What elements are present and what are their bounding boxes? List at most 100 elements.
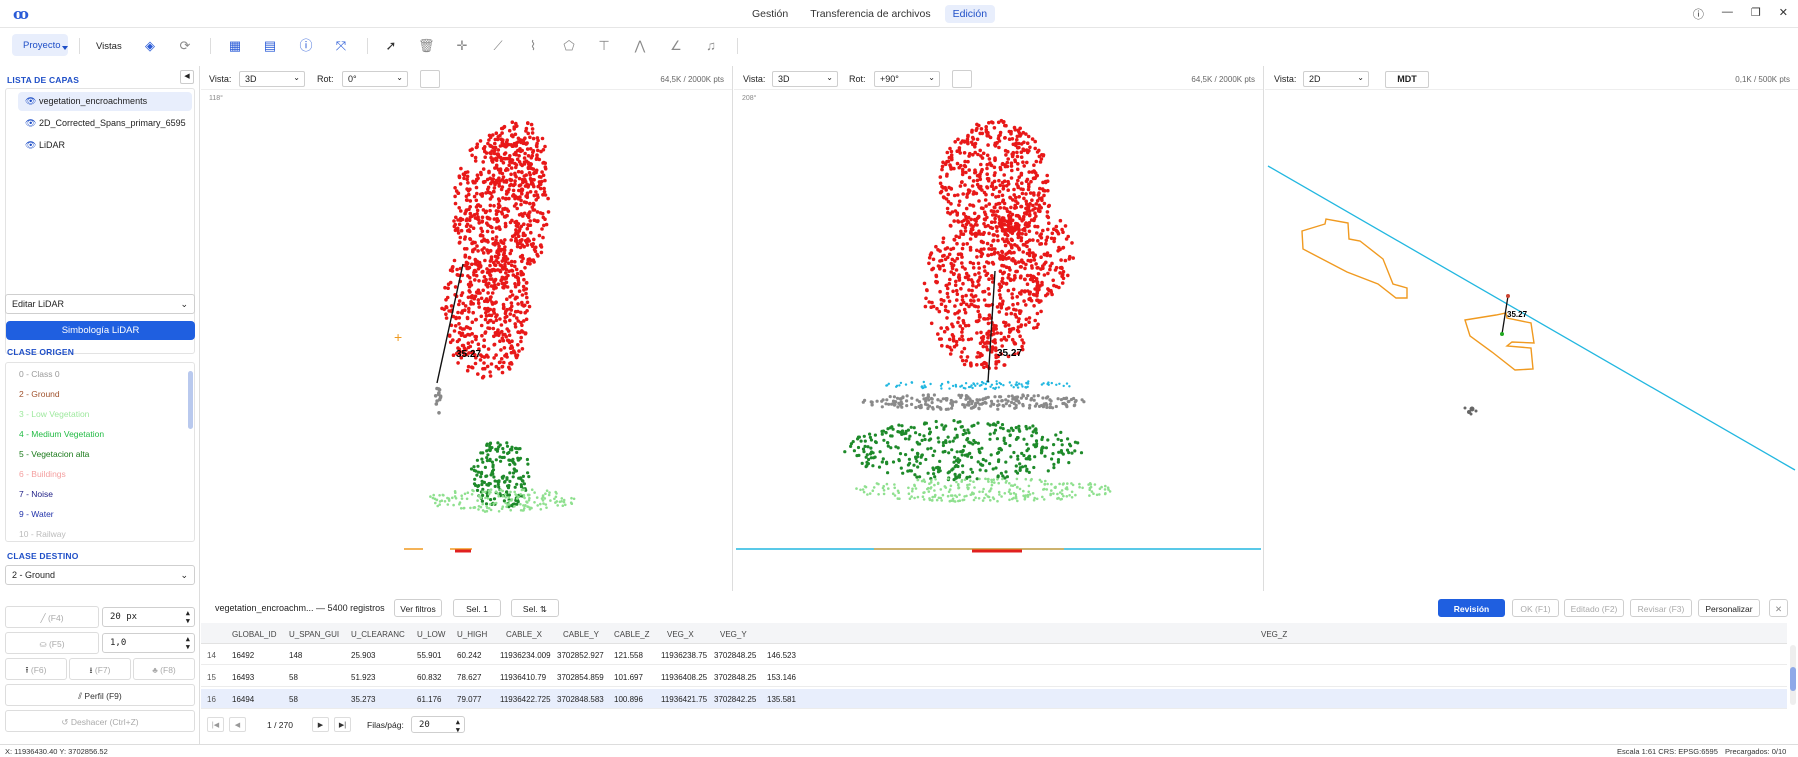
column-header[interactable]: CABLE_X [506,630,542,639]
edit-mode-select[interactable]: Editar LiDAR ⌄ [5,294,195,314]
column-header[interactable]: GLOBAL_ID [232,630,276,639]
symbology-button[interactable]: Simbología LiDAR [6,321,195,340]
point-cloud-canvas[interactable]: 35.27 [734,90,1264,590]
table-row[interactable]: 14 16492 148 25.903 55.901 60.242 119362… [201,645,1787,665]
column-header[interactable]: CABLE_Z [614,630,650,639]
ok-button[interactable]: OK (F1) [1512,599,1559,617]
tree-tool-button[interactable]: ♣ (F8) [133,658,195,680]
profile-tool-icon[interactable]: ♫ [703,38,719,54]
class-item[interactable]: 3 - Low Vegetation [19,409,89,419]
column-header[interactable]: U_HIGH [457,630,487,639]
factor-input[interactable]: 1,0 ▲ ▼ [102,633,195,653]
first-page-button[interactable]: |◀ [207,717,224,732]
draw-polygon-icon[interactable]: ⬠ [561,38,577,54]
column-header[interactable]: VEG_Z [1261,630,1287,639]
class-item[interactable]: 9 - Water [19,509,54,519]
vista-select[interactable]: 3D ⌄ [239,71,305,87]
draw-line-icon[interactable]: ⟋ [490,38,506,54]
view-cube-icon[interactable] [952,70,972,88]
filters-button[interactable]: Ver filtros [394,599,442,617]
stepper-icon[interactable]: ▲ ▼ [186,635,190,651]
brush-size-input[interactable]: 20 px ▲ ▼ [102,607,195,627]
rot-select[interactable]: +90° ⌄ [874,71,940,87]
rows-per-page-input[interactable]: 20 ▲ ▼ [411,716,465,734]
class-item[interactable]: 6 - Buildings [19,469,66,479]
stepper-icon[interactable]: ▲ ▼ [456,718,460,734]
class-item[interactable]: 4 - Medium Vegetation [19,429,104,439]
dest-class-select[interactable]: 2 - Ground ⌄ [5,565,195,585]
add-point-icon[interactable]: ✛ [454,38,470,54]
map-canvas[interactable]: 35.27 [1265,90,1798,590]
undo-button[interactable]: ↺ Deshacer (Ctrl+Z) [5,710,195,732]
bus-view-icon[interactable]: ▤ [262,38,278,54]
close-table-icon[interactable]: ✕ [1769,599,1788,617]
class-item[interactable]: 2 - Ground [19,389,60,399]
tab-gestion[interactable]: Gestión [744,5,796,23]
prev-page-button[interactable]: ◀ [229,717,246,732]
last-page-button[interactable]: ▶| [334,717,351,732]
next-page-button[interactable]: ▶ [312,717,329,732]
raise-tool-button[interactable]: ⭱ (F6) [5,658,67,680]
grid-table-icon[interactable]: ▦ [227,38,243,54]
collapse-panel-button[interactable]: ◀ [180,70,194,84]
info-icon[interactable]: ⓘ [1693,6,1704,22]
column-header[interactable]: U_SPAN_GUI [289,630,339,639]
vista-label: Vista: [209,74,232,84]
draw-polyline-icon[interactable]: ⌇ [525,38,541,54]
table-row[interactable]: 15 16493 58 51.923 60.832 78.627 1193641… [201,667,1787,687]
column-header[interactable]: VEG_Y [720,630,747,639]
table-row-selected[interactable]: 16 16494 58 35.273 61.176 79.077 1193642… [201,689,1787,709]
delete-icon[interactable]: 🗑 [418,38,435,54]
proyecto-button[interactable]: Proyecto [12,34,68,56]
editado-button[interactable]: Editado (F2) [1564,599,1624,617]
catenary-icon[interactable]: ⋀ [632,38,648,54]
chevron-down-icon [62,46,68,50]
column-header[interactable]: U_CLEARANC [351,630,405,639]
close-icon[interactable]: ✕ [1779,6,1788,22]
rot-select[interactable]: 0° ⌄ [342,71,408,87]
sel-1-button[interactable]: Sel. 1 [453,599,501,617]
revisar-button[interactable]: Revisar (F3) [1630,599,1692,617]
refresh-icon[interactable]: ⟳ [177,38,193,54]
class-item[interactable]: 0 - Class 0 [19,369,60,379]
vista-select[interactable]: 3D ⌄ [772,71,838,87]
personalizar-button[interactable]: Personalizar [1698,599,1760,617]
info-circle-icon[interactable]: ⓘ [298,38,314,54]
tab-transferencia[interactable]: Transferencia de archivos [802,5,938,23]
vistas-button[interactable]: Vistas [96,41,122,52]
select-cursor-icon[interactable]: ➚ [383,38,399,54]
app-logo-icon[interactable]: ꝏ [13,5,29,23]
profile-button[interactable]: ⫽ Perfil (F9) [5,684,195,706]
tower-icon[interactable]: ⊤ [596,38,612,54]
view-cube-icon[interactable] [420,70,440,88]
stepper-icon[interactable]: ▲ ▼ [186,609,190,625]
minimize-icon[interactable]: — [1722,6,1733,22]
table-cell: 16493 [232,673,255,682]
angle-measure-icon[interactable]: ∠ [668,38,684,54]
class-list-scrollbar[interactable] [188,371,193,429]
fill-tool-button[interactable]: ⛀ (F5) [5,632,99,654]
layers-icon[interactable]: ◈ [142,38,158,54]
column-header[interactable]: CABLE_Y [563,630,599,639]
maximize-icon[interactable]: ❐ [1751,6,1761,22]
mdt-button[interactable]: MDT [1385,71,1429,88]
sel-order-button[interactable]: Sel. ⇅ [511,599,559,617]
column-header[interactable]: U_LOW [417,630,445,639]
view-panel-1[interactable]: Vista: 3D ⌄ Rot: 0° ⌄ 64,5K / 2000K pts 11… [201,66,733,591]
tab-edicion[interactable]: Edición [944,5,996,23]
origin-class-list[interactable]: 0 - Class 0 2 - Ground 3 - Low Vegetatio… [5,362,195,542]
revision-button[interactable]: Revisión [1438,599,1505,617]
class-item[interactable]: 10 - Railway [19,529,66,539]
fit-extent-icon[interactable]: ⤧ [333,38,349,54]
lower-tool-button[interactable]: ⭳ (F7) [69,658,131,680]
brush-tool-button[interactable]: ╱ (F4) [5,606,99,628]
view-panel-3[interactable]: Vista: 2D ⌄ MDT 0,1K / 500K pts 35.27 [1265,66,1798,591]
point-cloud-canvas[interactable]: 35.27 + [201,90,733,590]
table-scrollbar[interactable] [1790,645,1796,705]
view-panel-2[interactable]: Vista: 3D ⌄ Rot: +90° ⌄ 64,5K / 2000K pts … [734,66,1264,591]
brush-size-value: 20 px [110,612,138,622]
column-header[interactable]: VEG_X [667,630,694,639]
class-item[interactable]: 7 - Noise [19,489,53,499]
class-item[interactable]: 5 - Vegetacion alta [19,449,89,459]
vista-select[interactable]: 2D ⌄ [1303,71,1369,87]
